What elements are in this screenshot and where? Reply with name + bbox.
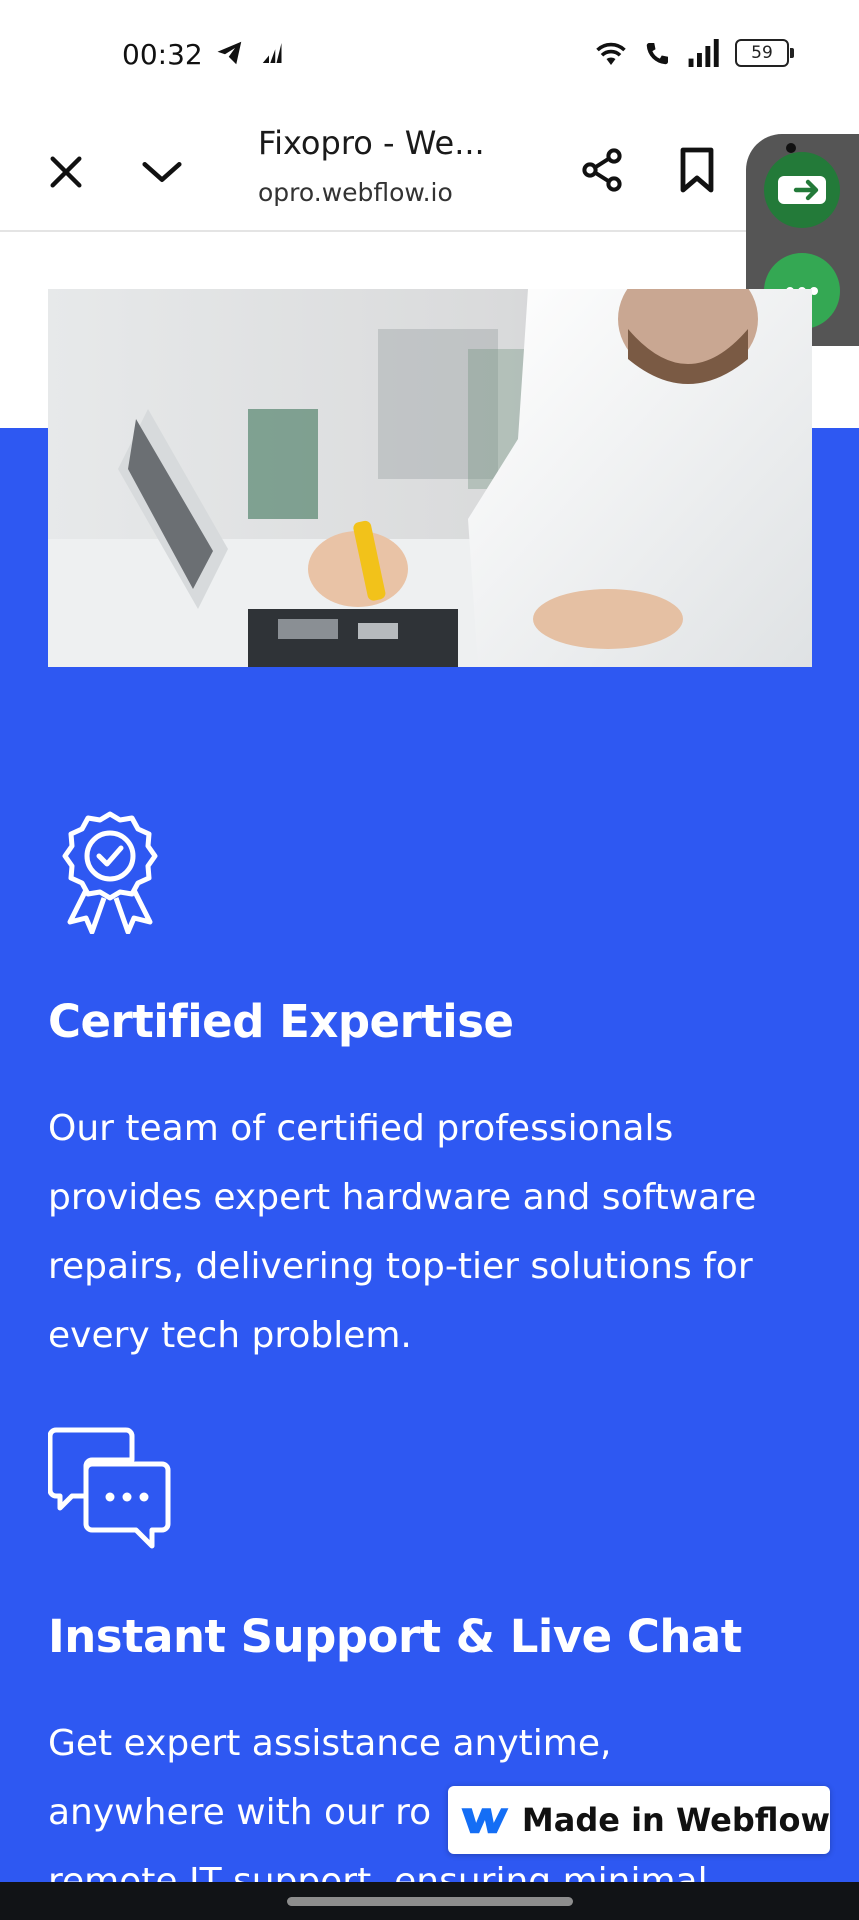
exit-arrow-icon [778, 176, 826, 204]
battery-icon: 59 [735, 39, 794, 67]
share-button[interactable] [572, 140, 632, 200]
feature-title-certified-expertise: Certified Expertise [48, 995, 514, 1048]
share-icon [582, 148, 622, 192]
floating-exit-button[interactable] [764, 152, 840, 228]
chevron-down-icon [142, 162, 182, 182]
chat-bubbles-icon [48, 1427, 171, 1549]
page-url[interactable]: opro.webflow.io [258, 178, 453, 207]
cell-signal-icon [688, 39, 719, 67]
status-time: 00:32 [122, 38, 203, 71]
close-icon [50, 156, 82, 188]
status-bar: 00:32 59 [0, 0, 859, 110]
page-title[interactable]: Fixopro - We... [258, 124, 485, 162]
wifi-call-icon [646, 43, 668, 65]
bookmark-icon [680, 147, 714, 193]
camera-dot [786, 143, 796, 153]
collapse-button[interactable] [132, 142, 192, 202]
feature-title-instant-support: Instant Support & Live Chat [48, 1610, 742, 1663]
home-indicator[interactable] [287, 1897, 573, 1906]
feature-text-certified-expertise: Our team of certified professionals prov… [48, 1108, 757, 1356]
award-badge-icon [62, 811, 158, 934]
telegram-icon [217, 41, 242, 65]
signal-data-icon [262, 43, 282, 63]
bookmark-button[interactable] [667, 140, 727, 200]
webflow-logo-icon [461, 1808, 509, 1834]
browser-toolbar: Fixopro - We... opro.webflow.io [0, 110, 859, 232]
made-in-webflow-badge[interactable]: Made in Webflow [448, 1786, 830, 1854]
hero-image-technician-repair [48, 289, 812, 667]
wifi-icon [596, 42, 626, 65]
close-button[interactable] [36, 142, 96, 202]
badge-label: Made in Webflow [521, 1801, 830, 1839]
